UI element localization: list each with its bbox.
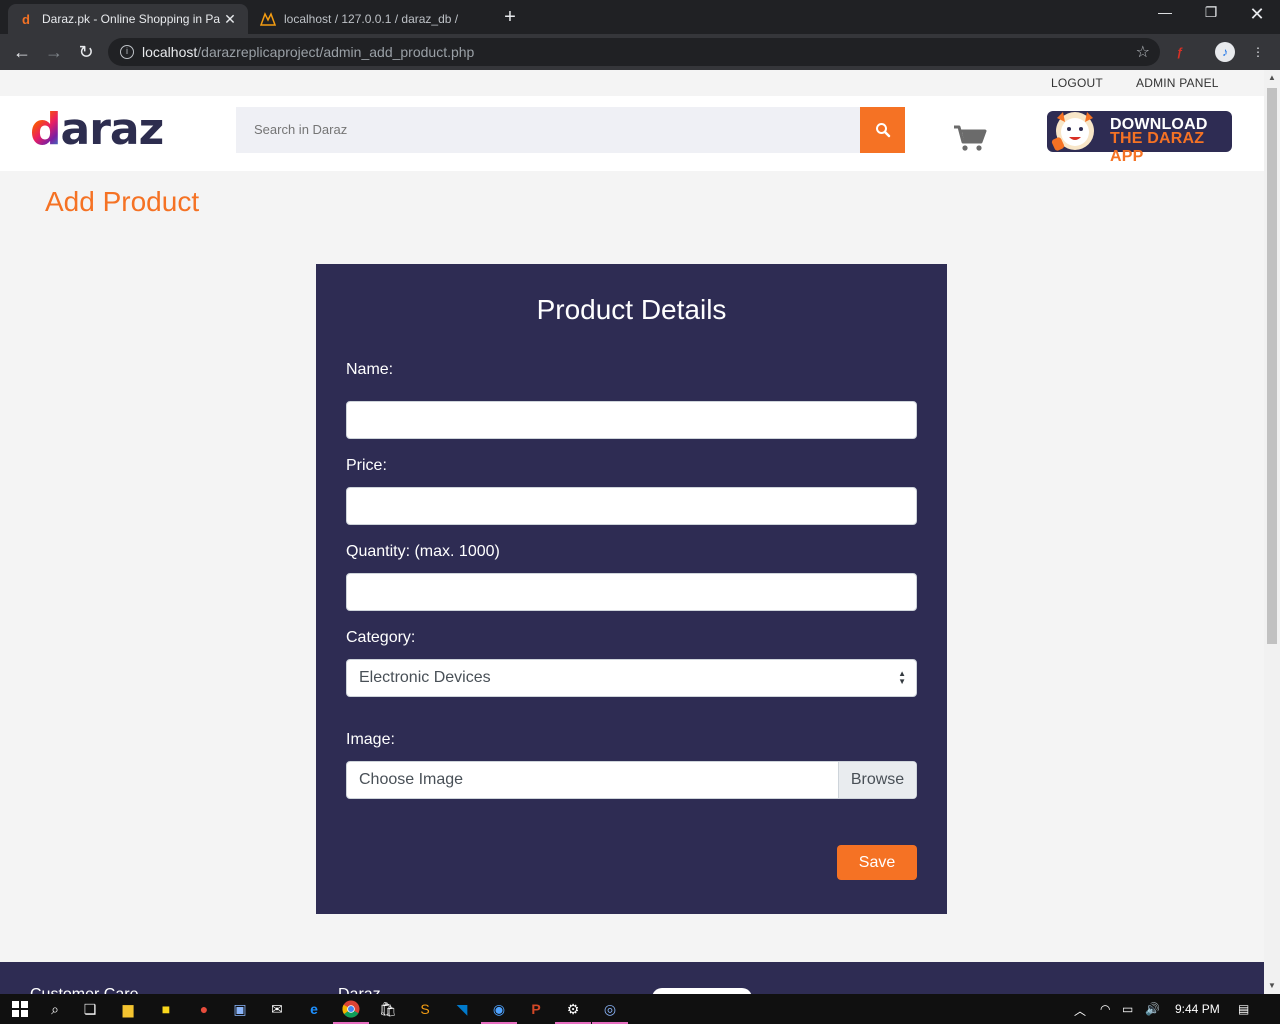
flash-extension-icon[interactable]: ƒ xyxy=(1170,42,1190,62)
notifications-icon[interactable]: ▤ xyxy=(1238,1002,1249,1016)
minimize-icon[interactable]: — xyxy=(1142,4,1188,20)
product-details-form: Product Details Name: Price: Quantity: (… xyxy=(316,264,947,914)
photos-icon[interactable]: ▣ xyxy=(230,999,250,1019)
windows-start-icon[interactable] xyxy=(10,999,30,1019)
vscode-icon[interactable]: ◥ xyxy=(452,999,472,1019)
back-icon[interactable]: ← xyxy=(10,40,34,64)
close-tab-icon[interactable]: ✕ xyxy=(222,11,238,28)
info-icon[interactable]: i xyxy=(120,45,134,59)
daraz-mascot-icon xyxy=(1051,112,1094,151)
price-input[interactable] xyxy=(346,487,917,525)
scrollbar-thumb[interactable] xyxy=(1267,88,1277,644)
tab-title: localhost / 127.0.0.1 / daraz_db / xyxy=(284,12,459,26)
phpmyadmin-favicon-icon xyxy=(260,11,276,27)
mail-icon[interactable]: ✉ xyxy=(267,999,287,1019)
new-tab-button[interactable]: + xyxy=(498,6,522,29)
wifi-icon[interactable]: ◠ xyxy=(1100,1002,1110,1016)
store-icon[interactable]: 🛍 xyxy=(378,999,398,1019)
form-heading: Product Details xyxy=(536,294,727,325)
scroll-down-icon[interactable]: ▼ xyxy=(1264,978,1280,994)
file-placeholder: Choose Image xyxy=(359,771,464,788)
image-file-input[interactable]: Choose Image Browse xyxy=(346,761,917,799)
scroll-up-icon[interactable]: ▲ xyxy=(1264,70,1280,86)
cart-icon[interactable] xyxy=(953,124,987,152)
tab-phpmyadmin[interactable]: localhost / 127.0.0.1 / daraz_db / xyxy=(250,4,486,34)
reload-icon[interactable]: ↻ xyxy=(74,40,98,64)
top-links-bar: LOGOUT ADMIN PANEL xyxy=(0,70,1264,96)
address-bar[interactable]: i localhost/darazreplicaproject/admin_ad… xyxy=(108,38,1160,66)
page-viewport: LOGOUT ADMIN PANEL daraz DOWNLOAD THE DA… xyxy=(0,70,1264,994)
browse-button[interactable]: Browse xyxy=(838,762,916,798)
image-label: Image: xyxy=(346,731,395,748)
browser-toolbar: ← → ↻ i localhost/darazreplicaproject/ad… xyxy=(0,34,1280,70)
volume-icon[interactable]: 🔊 xyxy=(1145,1002,1160,1016)
edge-icon[interactable]: e xyxy=(304,999,324,1019)
firefox-icon[interactable]: ◉ xyxy=(481,999,517,1024)
forward-icon[interactable]: → xyxy=(42,40,66,64)
category-label: Category: xyxy=(346,629,416,646)
chevron-up-icon[interactable]: ︿ xyxy=(1074,1002,1086,1019)
select-arrows-icon: ▲ ▼ xyxy=(898,669,906,686)
paint-icon[interactable]: ● xyxy=(194,999,214,1019)
page-scrollbar[interactable]: ▲ ▼ xyxy=(1264,70,1280,994)
site-header: daraz DOWNLOAD THE DARAZ APP xyxy=(0,96,1264,171)
footer-customer-care-heading: Customer Care xyxy=(30,986,138,994)
search-icon xyxy=(875,123,890,138)
quantity-label: Quantity: (max. 1000) xyxy=(346,543,500,560)
window-close-icon[interactable]: ✕ xyxy=(1234,4,1280,25)
category-select[interactable]: Electronic Devices ▲ ▼ xyxy=(346,659,917,697)
search-button[interactable] xyxy=(860,107,905,153)
browser-tab-strip: d Daraz.pk - Online Shopping in Pa ✕ loc… xyxy=(0,0,1280,34)
daraz-favicon-icon: d xyxy=(22,11,30,27)
powerpoint-icon[interactable]: P xyxy=(526,999,546,1019)
bookmark-star-icon[interactable]: ☆ xyxy=(1136,42,1150,62)
page-title: Add Product xyxy=(45,186,200,217)
name-label: Name: xyxy=(346,361,394,378)
chrome-icon[interactable] xyxy=(333,999,369,1024)
url-host: localhost xyxy=(142,44,198,60)
menu-dots-icon[interactable]: ⋮ xyxy=(1248,42,1268,62)
footer-daraz-heading: Daraz xyxy=(338,986,381,994)
tab-daraz[interactable]: d Daraz.pk - Online Shopping in Pa ✕ xyxy=(8,4,248,34)
quantity-input[interactable] xyxy=(346,573,917,611)
tab-title: Daraz.pk - Online Shopping in Pa xyxy=(42,12,221,26)
windows-taskbar: ⌕ ❏ ▆ ■ ● ▣ ✉ e 🛍 S ◥ ◉ P ⚙ ◎ ︿ ◠ ▭ 🔊 9:… xyxy=(0,994,1280,1024)
settings-gear-icon[interactable]: ⚙ xyxy=(555,999,591,1024)
restore-icon[interactable]: ❐ xyxy=(1188,4,1234,21)
sublime-text-icon[interactable]: S xyxy=(415,999,435,1019)
daraz-logo[interactable]: daraz xyxy=(30,104,164,155)
task-view-icon[interactable]: ❏ xyxy=(80,999,100,1019)
banner-line2: THE DARAZ APP xyxy=(1110,130,1205,165)
search-icon[interactable]: ⌕ xyxy=(45,999,65,1019)
admin-panel-link[interactable]: ADMIN PANEL xyxy=(1136,76,1219,90)
price-label: Price: xyxy=(346,457,387,474)
site-footer: Customer Care Daraz xyxy=(0,962,1264,994)
battery-icon[interactable]: ▭ xyxy=(1122,1002,1133,1016)
download-app-banner[interactable]: DOWNLOAD THE DARAZ APP xyxy=(1047,111,1232,165)
app-icon[interactable]: ◎ xyxy=(592,999,628,1024)
url-path: /darazreplicaproject/admin_add_product.p… xyxy=(197,44,475,60)
category-selected-value: Electronic Devices xyxy=(359,669,491,686)
file-explorer-icon[interactable]: ▆ xyxy=(118,999,138,1019)
search-input[interactable] xyxy=(236,107,860,153)
save-button[interactable]: Save xyxy=(837,845,917,880)
logout-link[interactable]: LOGOUT xyxy=(1051,76,1103,90)
profile-avatar-icon[interactable]: ♪ xyxy=(1215,42,1235,62)
sticky-notes-icon[interactable]: ■ xyxy=(156,999,176,1019)
name-input[interactable] xyxy=(346,401,917,439)
clock[interactable]: 9:44 PM xyxy=(1175,1002,1220,1016)
